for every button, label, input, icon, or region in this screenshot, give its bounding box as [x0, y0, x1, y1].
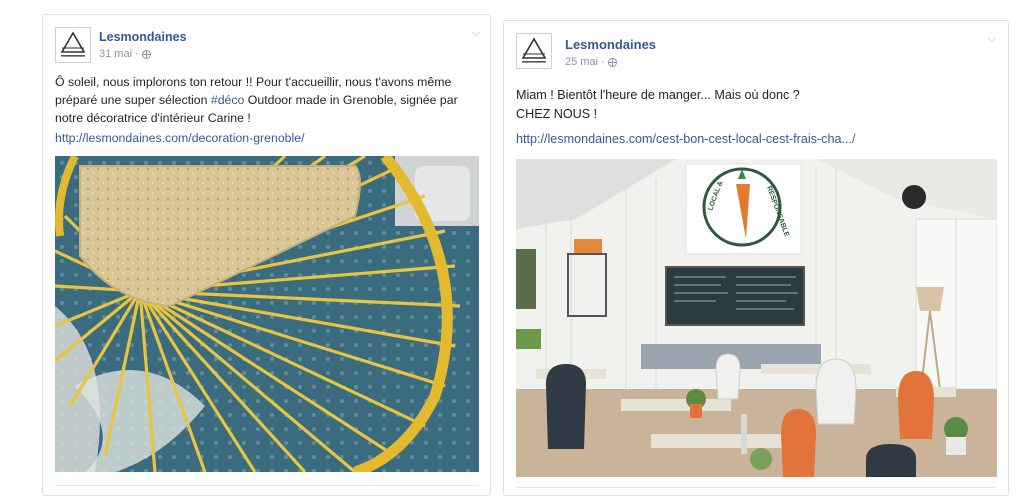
globe-icon — [141, 49, 151, 59]
post-card-1: Lesmondaines 31 mai · ⌵ Ô soleil, nous i… — [42, 14, 491, 496]
post-url-link[interactable]: http://lesmondaines.com/cest-bon-cest-lo… — [516, 132, 855, 146]
chevron-down-icon[interactable]: ⌵ — [472, 27, 480, 40]
chair-photo-illustration — [55, 156, 479, 472]
post-text-line: Ô soleil, nous implorons ton retour !! P… — [55, 75, 452, 89]
restaurant-photo-illustration: LOCAL & RESPONSABLE — [516, 159, 997, 477]
triangle-logo-icon — [60, 31, 86, 57]
post-photo-restaurant[interactable]: LOCAL & RESPONSABLE — [516, 159, 997, 477]
post-text: Miam ! Bientôt l'heure de manger... Mais… — [516, 86, 996, 124]
post-text: Ô soleil, nous implorons ton retour !! P… — [55, 73, 483, 127]
post-text-line: notre décoratrice d'intérieur Carine ! — [55, 111, 251, 125]
post-timestamp[interactable]: 31 mai · — [99, 48, 151, 60]
page-avatar[interactable] — [516, 33, 552, 69]
page-name-link[interactable]: Lesmondaines — [99, 30, 187, 44]
divider — [516, 487, 996, 488]
post-photo-chair[interactable] — [55, 156, 479, 472]
post-card-2: Lesmondaines 25 mai · ⌵ Miam ! Bientôt l… — [503, 20, 1009, 496]
page-name-link[interactable]: Lesmondaines — [565, 37, 656, 52]
triangle-logo-icon — [521, 37, 547, 63]
hashtag-link[interactable]: #déco — [211, 93, 245, 107]
post-text-line: préparé une super sélection #déco Outdoo… — [55, 93, 458, 107]
divider — [55, 485, 478, 486]
post-date[interactable]: 25 mai — [565, 56, 598, 68]
globe-icon — [607, 57, 617, 67]
post-text-line: Miam ! Bientôt l'heure de manger... Mais… — [516, 88, 800, 102]
page-avatar[interactable] — [55, 27, 91, 63]
chevron-down-icon[interactable]: ⌵ — [988, 33, 996, 46]
post-text-line: CHEZ NOUS ! — [516, 107, 598, 121]
post-url-link[interactable]: http://lesmondaines.com/decoration-greno… — [55, 131, 305, 145]
post-timestamp[interactable]: 25 mai · — [565, 56, 617, 68]
post-date[interactable]: 31 mai — [99, 48, 132, 60]
